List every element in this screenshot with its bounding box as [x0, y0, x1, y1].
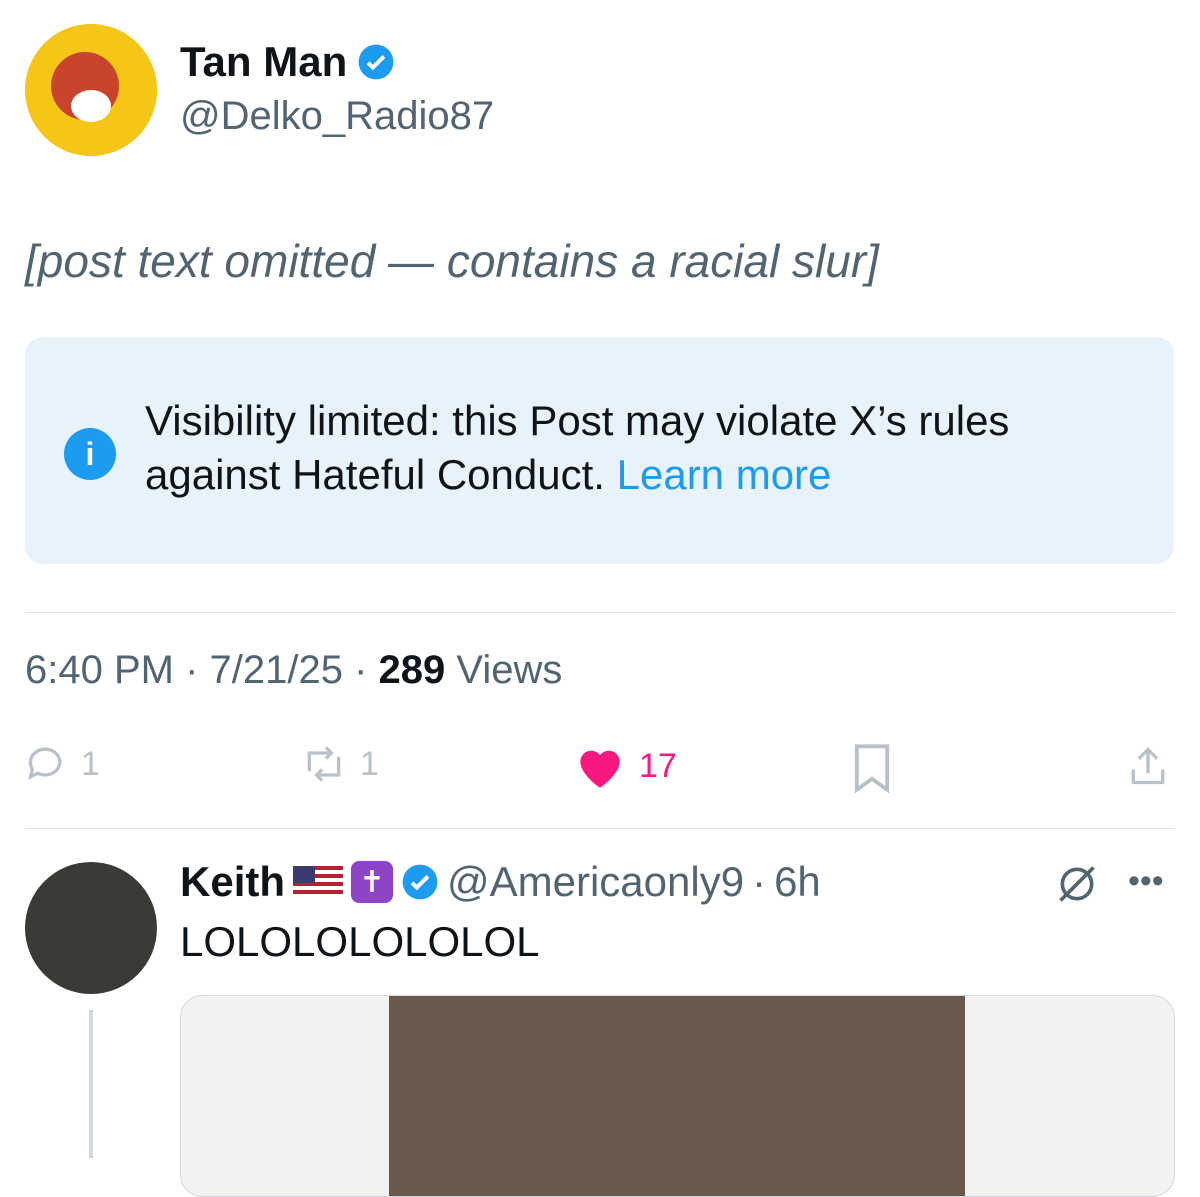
reply-media[interactable]: [180, 995, 1175, 1197]
like-count: 17: [639, 746, 677, 785]
verified-badge-icon: [358, 44, 394, 80]
like-action[interactable]: 17: [573, 742, 677, 790]
bookmark-icon: [854, 744, 890, 794]
reply-text: LOLOLOLOLOLOL: [180, 918, 540, 965]
reply-avatar[interactable]: [25, 862, 157, 994]
thread-line: [89, 1010, 93, 1158]
reply-author-handle[interactable]: @Americaonly9: [447, 858, 744, 906]
share-icon: [1131, 747, 1165, 785]
share-action[interactable]: [1126, 742, 1170, 790]
cross-icon: ✝: [351, 861, 393, 903]
beaver-logo-icon: [25, 24, 157, 156]
reply-action[interactable]: 1: [25, 742, 100, 786]
repost-count: 1: [360, 744, 379, 783]
grok-icon[interactable]: [1055, 862, 1099, 906]
notice-text: Visibility limited: this Post may violat…: [145, 394, 1135, 502]
author-handle[interactable]: @Delko_Radio87: [180, 94, 494, 139]
heart-icon: [580, 750, 620, 788]
reply-age[interactable]: 6h: [774, 858, 821, 906]
more-options-icon[interactable]: •••: [1128, 862, 1164, 901]
reply-icon: [28, 747, 62, 780]
reply-count: 1: [81, 744, 100, 783]
author-avatar[interactable]: [25, 24, 157, 156]
reply-author-name[interactable]: Keith: [180, 858, 285, 906]
post-date[interactable]: 7/21/25: [210, 648, 343, 692]
verified-badge-icon: [402, 864, 438, 900]
views-label: Views: [456, 648, 563, 692]
divider: [25, 612, 1175, 613]
post-meta: 6:40 PM · 7/21/25 · 289 Views: [25, 648, 563, 692]
notice-message: Visibility limited: this Post may violat…: [145, 397, 1010, 498]
repost-icon: [307, 746, 341, 782]
media-photo[interactable]: [389, 996, 965, 1196]
author-name-row[interactable]: Tan Man: [180, 38, 395, 86]
post-time[interactable]: 6:40 PM: [25, 648, 174, 692]
info-icon: i: [64, 428, 116, 480]
reply-header: Keith ✝ @Americaonly9 · 6h: [180, 858, 821, 906]
author-name[interactable]: Tan Man: [180, 38, 347, 86]
us-flag-icon: [293, 866, 343, 898]
repost-action[interactable]: 1: [300, 742, 379, 786]
divider: [25, 828, 1175, 829]
bookmark-action[interactable]: [850, 742, 894, 794]
learn-more-link[interactable]: Learn more: [617, 451, 832, 498]
views-count: 289: [378, 648, 446, 692]
post-text-placeholder: [post text omitted — contains a racial s…: [25, 235, 879, 287]
